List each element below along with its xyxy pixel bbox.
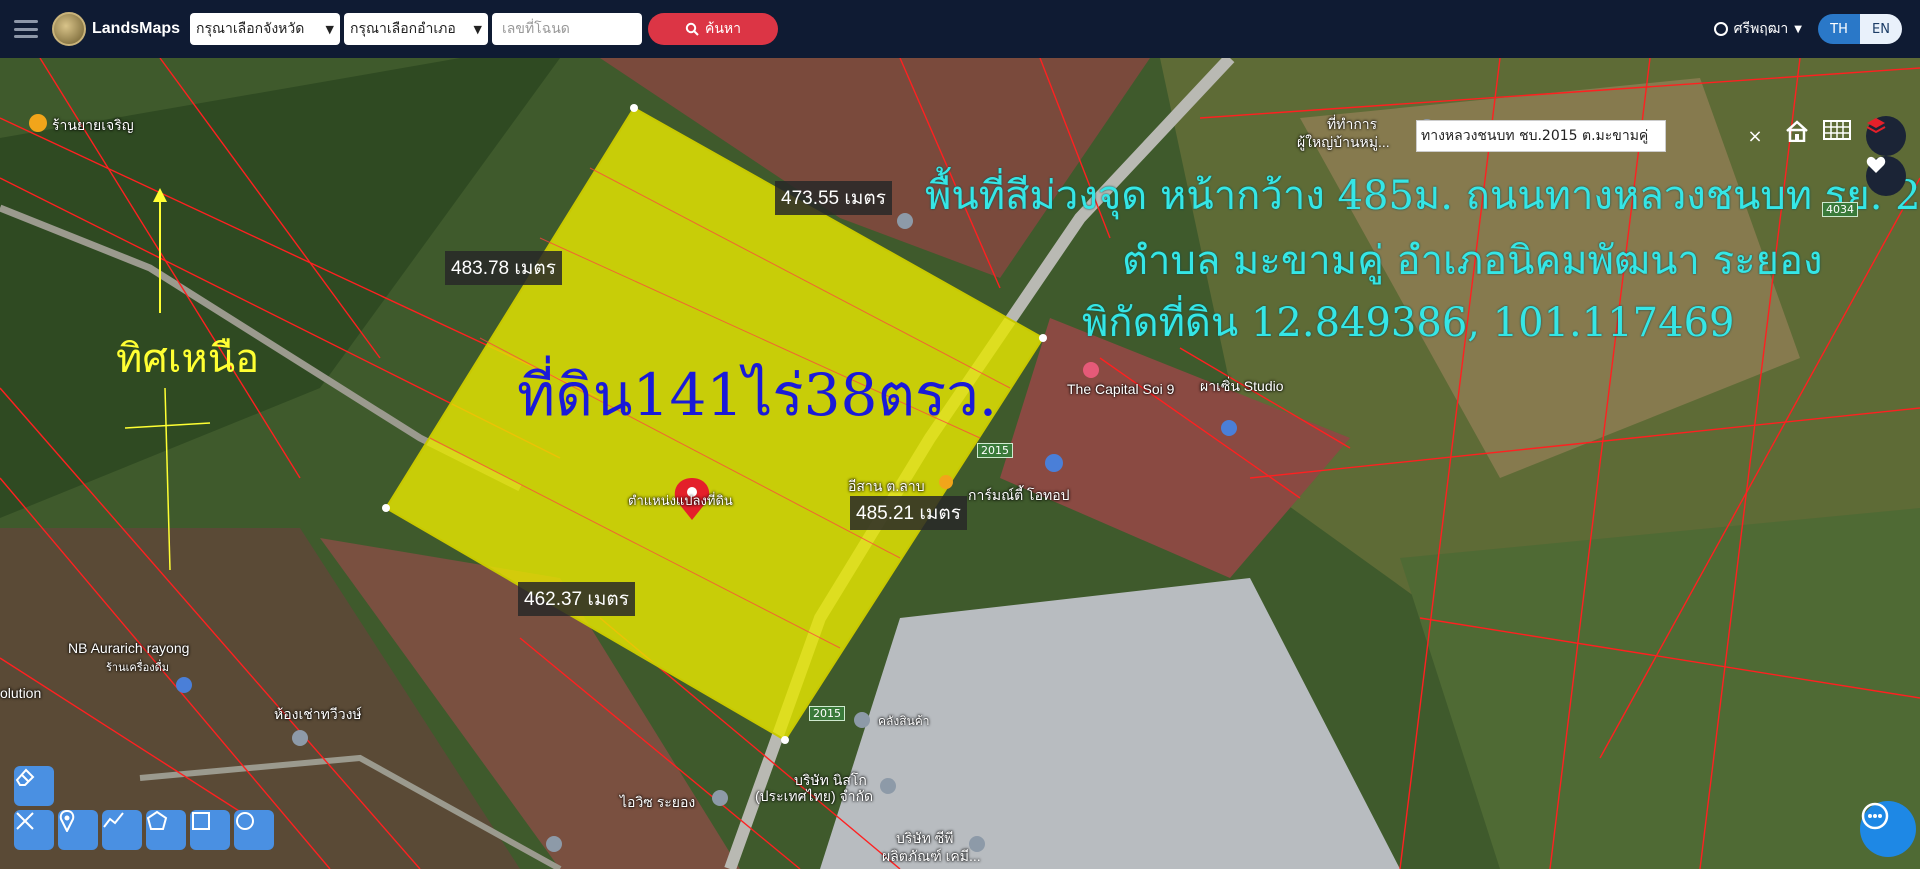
province-select-value: กรุณาเลือกจังหวัด (196, 21, 305, 37)
lang-th-button[interactable]: TH (1818, 14, 1860, 44)
poi-pin-icon[interactable] (712, 790, 728, 806)
place-ivy[interactable]: ไอวิซ ระยอง (620, 792, 695, 814)
place-garment[interactable]: การ์มณ์ตี้ โอทอป (968, 485, 1070, 507)
vertex-south[interactable] (781, 736, 789, 744)
map-canvas[interactable]: 473.55 เมตร 483.78 เมตร 485.21 เมตร 462.… (0, 58, 1920, 869)
heart-icon (1866, 156, 1886, 173)
chat-icon (1861, 802, 1889, 830)
top-bar: LandsMaps กรุณาเลือกจังหวัด ▼ กรุณาเลือก… (0, 0, 1920, 58)
vertex-west[interactable] (382, 504, 390, 512)
rectangle-icon (192, 812, 210, 830)
district-select[interactable]: กรุณาเลือกอำเภอ ▼ (344, 13, 489, 45)
layers-icon (1866, 118, 1886, 134)
menu-icon[interactable] (14, 20, 38, 38)
store-icon[interactable] (1045, 454, 1063, 472)
polyline-tool-button[interactable] (102, 810, 142, 850)
place-isan[interactable]: อีสาน ต.ลาบ (848, 476, 925, 498)
user-icon (1713, 22, 1728, 36)
polygon-tool-button[interactable] (146, 810, 186, 850)
grid-icon (1823, 120, 1851, 140)
measure-right: 485.21 เมตร (850, 496, 967, 530)
place-village-office-line2[interactable]: ผู้ใหญ่บ้านหมู่... (1297, 132, 1390, 154)
restaurant-icon[interactable] (29, 114, 47, 132)
place-company-2-line2[interactable]: ผลิตภัณฑ์ เคมี... (882, 846, 981, 868)
hotel-icon[interactable] (1221, 420, 1237, 436)
grid-button[interactable] (1823, 120, 1857, 154)
top-right-controls: ศรีพฤฒา ▼ TH EN (1713, 0, 1902, 58)
pin-tool-button[interactable] (58, 810, 98, 850)
road-badge-2015-south: 2015 (809, 706, 845, 721)
province-select[interactable]: กรุณาเลือกจังหวัด ▼ (190, 13, 341, 45)
place-studio[interactable]: ผาเซิ่น Studio (1200, 376, 1284, 398)
overlay-line-location: ตำบล มะขามคู่ อำเภอนิคมพัฒนา ระยอง (1122, 238, 1823, 284)
polygon-icon (146, 810, 168, 830)
search-button-label: ค้นหา (705, 21, 742, 37)
place-capital-soi9[interactable]: The Capital Soi 9 (1067, 381, 1174, 397)
poi-pin-icon[interactable] (546, 836, 562, 852)
north-label: ทิศเหนือ (116, 336, 260, 382)
district-select-value: กรุณาเลือกอำเภอ (350, 21, 456, 37)
vertex-east[interactable] (1039, 334, 1047, 342)
food-icon[interactable] (939, 475, 953, 489)
measure-bottom: 462.37 เมตร (518, 582, 635, 616)
overlay-line-frontage: พื้นที่สีม่วงจุด หน้ากว้าง 485ม. ถนนทางห… (925, 173, 1920, 219)
chat-button[interactable] (1860, 801, 1916, 857)
home-icon (1786, 120, 1808, 142)
measure-top: 473.55 เมตร (775, 181, 892, 215)
eraser-tool-button[interactable] (14, 766, 54, 806)
layers-button[interactable] (1866, 116, 1906, 156)
search-icon (685, 22, 699, 36)
landsmaps-logo[interactable] (52, 12, 86, 46)
land-area-label: ที่ดิน141ไร่38ตรว. (517, 361, 998, 429)
ruler-pencil-icon (16, 812, 34, 830)
user-menu[interactable]: ศรีพฤฒา ▼ (1713, 18, 1802, 40)
place-warehouse[interactable]: คลังสินค้า (878, 712, 930, 731)
shop-icon[interactable] (176, 677, 192, 693)
poi-pin-icon[interactable] (897, 213, 913, 229)
search-button[interactable]: ค้นหา (648, 13, 779, 45)
poi-pin-icon[interactable] (854, 712, 870, 728)
map-search-input[interactable]: ทางหลวงชนบท ชบ.2015 ต.มะขามคู่ (1416, 120, 1666, 152)
map-search-clear-button[interactable]: × (1744, 120, 1766, 152)
chevron-down-icon: ▼ (325, 22, 335, 36)
favorite-button[interactable] (1866, 156, 1906, 196)
polyline-icon (103, 812, 124, 828)
map-search-value: ทางหลวงชนบท ชบ.2015 ต.มะขามคู่ (1421, 128, 1649, 144)
measure-left: 483.78 เมตร (445, 251, 562, 285)
chevron-down-icon: ▼ (1794, 23, 1802, 35)
road-badge-2015: 2015 (977, 443, 1013, 458)
circle-tool-button[interactable] (234, 810, 274, 850)
measure-tool-button[interactable] (14, 810, 54, 850)
language-switch: TH EN (1818, 14, 1902, 44)
deed-number-placeholder: เลขที่โฉนด (502, 21, 570, 37)
poi-pin-icon[interactable] (880, 778, 896, 794)
rectangle-tool-button[interactable] (190, 810, 230, 850)
deed-number-input[interactable]: เลขที่โฉนด (492, 13, 643, 45)
place-rental-rooms[interactable]: ห้องเช่าทวีวงษ์ (274, 704, 362, 726)
shopping-icon[interactable] (1083, 362, 1099, 378)
place-shop[interactable]: ร้านยายเจริญ (52, 115, 134, 137)
place-aurarich-sub[interactable]: ร้านเครื่องดื่ม (106, 658, 169, 676)
lang-en-button[interactable]: EN (1860, 14, 1902, 44)
place-solution[interactable]: olution (0, 685, 41, 701)
user-name: ศรีพฤฒา (1733, 21, 1789, 37)
place-aurarich[interactable]: NB Aurarich rayong (68, 640, 189, 656)
road-badge-4034: 4034 (1822, 202, 1858, 217)
chevron-down-icon: ▼ (473, 22, 483, 36)
circle-icon (236, 812, 254, 830)
poi-pin-icon[interactable] (292, 730, 308, 746)
home-button[interactable] (1785, 120, 1819, 154)
place-parcel-position: ตำแหน่งแปลงที่ดิน (628, 493, 733, 508)
overlay-line-coordinates: พิกัดที่ดิน 12.849386, 101.117469 (1082, 300, 1735, 346)
eraser-icon (15, 768, 35, 786)
brand-name: LandsMaps (92, 20, 181, 37)
place-company-1-line2[interactable]: (ประเทศไทย) จำกัด (755, 786, 873, 808)
vertex-north[interactable] (630, 104, 638, 112)
map-pin-icon (59, 810, 75, 832)
